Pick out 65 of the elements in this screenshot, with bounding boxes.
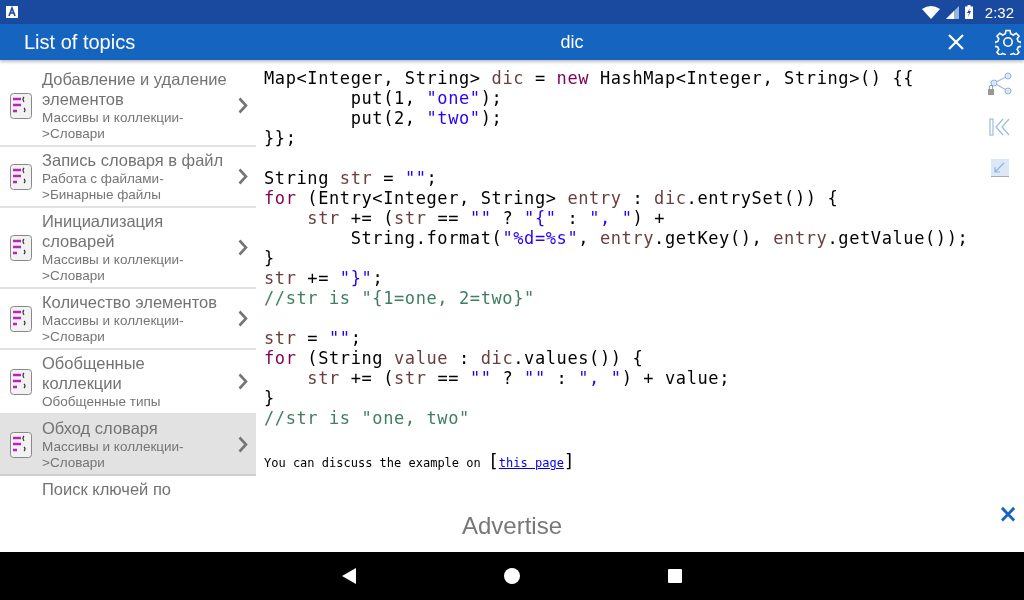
topic-category: Обобщенные типы — [42, 394, 162, 410]
code-file-icon — [10, 163, 32, 190]
chevron-right-icon — [237, 310, 248, 327]
app-notification-icon — [6, 6, 18, 18]
topic-list-item[interactable]: Инициализация словарей Массивы и коллекции->Словари — [0, 208, 256, 289]
code-file-icon — [10, 368, 32, 395]
code-line: for (String value : dic.values()) { — [264, 348, 644, 368]
topic-title: Обход словаря — [42, 418, 159, 438]
code-line: String str = ""; — [264, 168, 438, 188]
code-line: str += "}"; — [264, 268, 384, 288]
code-line: //str is "{1=one, 2=two}" — [264, 288, 535, 308]
discussion-text: You can discuss the example on — [264, 456, 481, 470]
code-file-icon — [10, 305, 32, 332]
code-line: //str is "one, two" — [264, 408, 470, 428]
bracket: ] — [563, 450, 575, 471]
battery-icon — [964, 5, 973, 19]
topic-title: Добавление и удаление элементов — [42, 69, 228, 109]
topic-category: Массивы и коллекции->Словари — [42, 252, 185, 284]
topic-title: Поиск ключей по — [42, 479, 173, 499]
advertisement-label: Advertise — [461, 512, 562, 540]
code-line: put(2, "two"); — [349, 108, 503, 128]
chevron-right-icon — [237, 436, 248, 453]
topic-category: Работа с файлами->Бинарные файлы — [42, 171, 165, 203]
clock-time: 2:32 — [984, 3, 1014, 21]
topic-title: Обобщенные коллекции — [42, 353, 146, 393]
code-line: Map<Integer, String> dic = new HashMap<Integer, String>() {{ — [264, 68, 915, 88]
code-line: str += (str == "" ? "{" : ", ") + — [306, 208, 665, 228]
code-line: } — [264, 388, 275, 408]
search-query: dic — [559, 31, 585, 53]
topic-list-item[interactable]: Обход словаря Массивы и коллекции->Словари — [0, 415, 256, 476]
code-line: put(1, "one"); — [349, 88, 503, 108]
topic-list-item[interactable]: Добавление и удаление элементов Массивы и коллекции->Словари — [0, 66, 256, 147]
back-icon[interactable] — [342, 568, 356, 584]
code-line: String.format("%d=%s", entry.getKey(), entry.getValue()); — [349, 228, 969, 248]
topic-category: Массивы и коллекции->Словари — [42, 439, 185, 471]
settings-icon[interactable] — [995, 29, 1021, 55]
topic-list-item[interactable]: Поиск ключей по — [0, 476, 256, 500]
topic-category: Массивы и коллекции->Словари — [42, 110, 185, 142]
topic-category: Массивы и коллекции->Словари — [42, 313, 185, 345]
code-file-icon — [10, 234, 32, 261]
chevron-right-icon — [237, 239, 248, 256]
code-line: str += (str == "" ? "" : ", ") + value; — [306, 368, 730, 388]
chevron-right-icon — [237, 168, 248, 185]
code-line: for (Entry<Integer, String> entry : dic.entrySet()) { — [264, 188, 839, 208]
bracket: [ — [488, 450, 499, 471]
share-locked-icon[interactable] — [987, 72, 1013, 96]
signal-icon — [945, 5, 959, 19]
topic-title: Инициализация словарей — [42, 211, 165, 251]
code-file-icon — [10, 92, 32, 119]
close-icon[interactable] — [948, 34, 964, 50]
code-line: str = ""; — [264, 328, 362, 348]
screen-title: List of topics — [24, 30, 137, 54]
topic-title: Запись словаря в файл — [42, 150, 225, 170]
discussion-link[interactable]: this page — [498, 456, 564, 470]
topic-title: Количество элементов — [42, 292, 218, 312]
topic-list-item[interactable]: Количество элементов Массивы и коллекции->Словари — [0, 289, 256, 350]
code-line: }}; — [264, 128, 297, 148]
code-file-icon — [10, 431, 32, 458]
chevron-right-icon — [237, 97, 248, 114]
close-ad-button[interactable]: × — [993, 502, 1022, 526]
wifi-icon — [921, 5, 940, 19]
home-icon[interactable] — [504, 568, 520, 584]
code-line: } — [264, 248, 275, 268]
chevron-right-icon — [237, 373, 248, 390]
topic-list-item[interactable]: Запись словаря в файл Работа с файлами->Бинарные файлы — [0, 147, 256, 208]
